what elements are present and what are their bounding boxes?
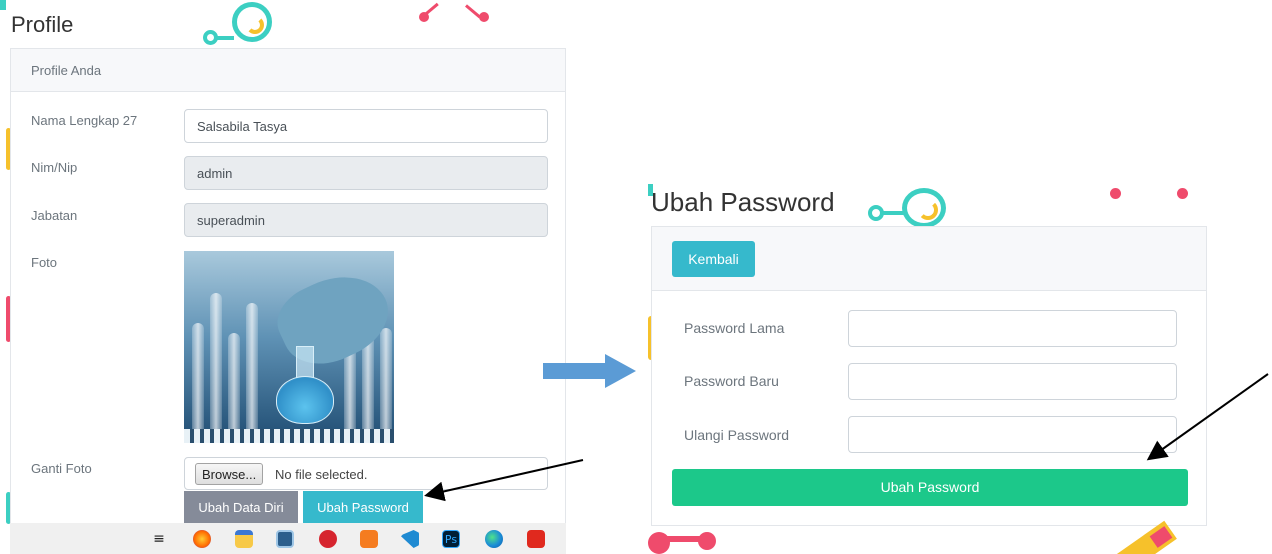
card-header: Kembali	[652, 227, 1206, 291]
vscode-icon[interactable]	[401, 530, 419, 548]
password-lama-field[interactable]	[848, 310, 1177, 347]
kembali-button[interactable]: Kembali	[672, 241, 755, 277]
edge-icon[interactable]	[485, 530, 503, 548]
nama-field[interactable]: Salsabila Tasya	[184, 109, 548, 143]
password-baru-field[interactable]	[848, 363, 1177, 400]
file-explorer-icon[interactable]	[235, 530, 253, 548]
password-baru-label: Password Baru	[684, 373, 779, 389]
side-accent-left	[0, 0, 6, 10]
red-app-icon[interactable]	[319, 530, 337, 548]
acrobat-icon[interactable]	[527, 530, 545, 548]
ubah-password-screenshot: Ubah Password Kembali Password Lama Pass…	[640, 184, 1272, 554]
ulangi-password-label: Ulangi Password	[684, 427, 790, 443]
molecule-bond	[423, 2, 439, 17]
molecule-dot-icon	[698, 532, 716, 550]
molecule-bond	[465, 4, 481, 19]
molecule-dot-icon	[479, 12, 489, 22]
page-title: Profile	[11, 12, 74, 37]
flow-arrow-icon	[543, 354, 636, 388]
file-status: No file selected.	[275, 467, 368, 482]
nim-field[interactable]: admin	[184, 156, 548, 190]
terminal-icon[interactable]	[276, 530, 294, 548]
profile-photo	[184, 251, 394, 443]
jabatan-label: Jabatan	[31, 208, 78, 223]
molecule-bond	[216, 36, 234, 40]
molecule-arc-icon	[918, 200, 938, 220]
nama-label: Nama Lengkap 27	[31, 113, 138, 128]
password-lama-label: Password Lama	[684, 320, 785, 336]
xampp-icon[interactable]	[360, 530, 378, 548]
profile-screenshot: Profile Profile Anda Nama Lengkap 27 Sal…	[0, 0, 566, 554]
firefox-icon[interactable]	[193, 530, 211, 548]
task-view-icon[interactable]: ≡	[150, 530, 168, 548]
molecule-arc-icon	[246, 16, 264, 34]
ubah-data-diri-button[interactable]: Ubah Data Diri	[184, 491, 298, 524]
submit-ubah-password-button[interactable]: Ubah Password	[672, 469, 1188, 506]
molecule-bond	[666, 536, 700, 542]
windows-taskbar: ≡ Ps	[10, 523, 566, 554]
flask-icon	[276, 346, 334, 424]
molecule-dot-icon	[1110, 188, 1121, 199]
foto-label: Foto	[31, 255, 58, 270]
ubah-password-button[interactable]: Ubah Password	[303, 491, 423, 524]
ulangi-password-field[interactable]	[848, 416, 1177, 453]
page-title: Ubah Password	[651, 187, 835, 217]
card-header: Profile Anda	[11, 49, 565, 92]
molecule-bond	[882, 211, 904, 215]
nim-label: Nim/Nip	[31, 160, 78, 175]
browse-button[interactable]: Browse...	[195, 463, 264, 485]
ubah-password-card: Kembali Password Lama Password Baru Ulan…	[651, 226, 1207, 526]
molecule-dot-icon	[1177, 188, 1188, 199]
photoshop-icon[interactable]: Ps	[442, 530, 460, 548]
file-input[interactable]: Browse... No file selected.	[184, 457, 548, 490]
jabatan-field[interactable]: superadmin	[184, 203, 548, 237]
ganti-foto-label: Ganti Foto	[31, 461, 92, 476]
